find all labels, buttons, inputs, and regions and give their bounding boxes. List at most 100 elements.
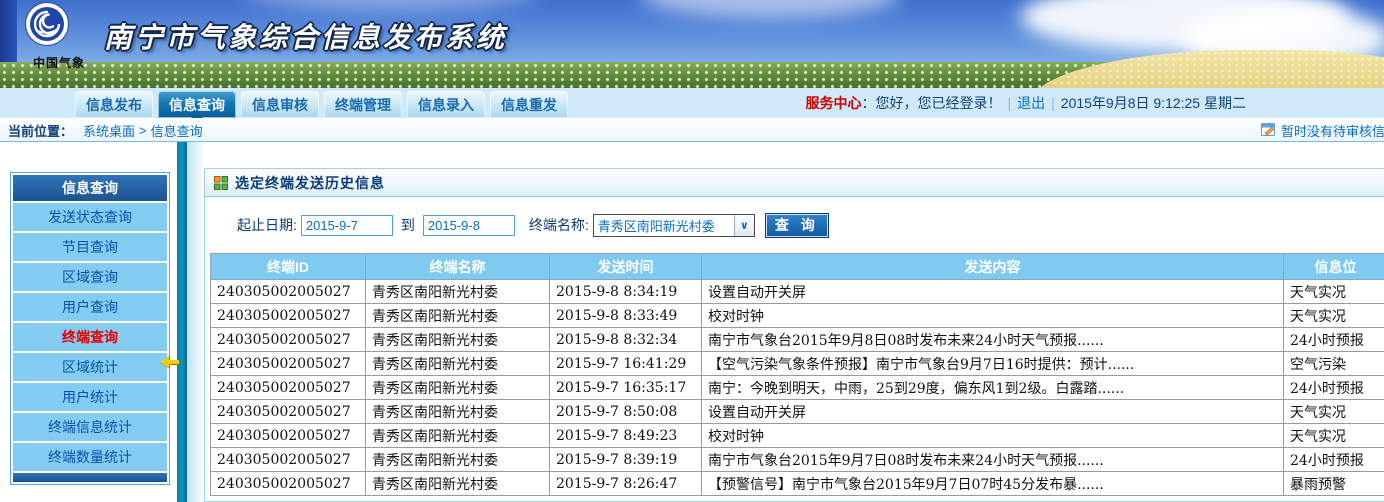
table-cell: 青秀区南阳新光村委 (366, 280, 550, 304)
table-cell: 校对时钟 (702, 424, 1284, 448)
table-cell: 南宁市气象台2015年9月8日08时发布未来24小时天气预报...... (702, 328, 1284, 352)
notepad-pencil-icon (1261, 123, 1276, 137)
splitter-shadow (187, 142, 204, 502)
table-row[interactable]: 240305002005027青秀区南阳新光村委2015-9-8 8:34:19… (211, 280, 1384, 304)
service-colon: ： (862, 93, 876, 113)
chevron-down-icon[interactable]: ∨ (734, 215, 754, 236)
table-row[interactable]: 240305002005027青秀区南阳新光村委2015-9-8 8:33:49… (211, 304, 1384, 328)
app-banner: 中国气象 南宁市气象综合信息发布系统 (0, 0, 1384, 88)
table-cell: 校对时钟 (702, 304, 1284, 328)
login-greeting: 您好，您已经登录！ (876, 93, 1002, 113)
wheat-hill-decoration (1030, 50, 1384, 88)
table-row[interactable]: 240305002005027青秀区南阳新光村委2015-9-7 8:50:08… (211, 400, 1384, 424)
sidebar-title: 信息查询 (13, 175, 167, 201)
to-label: 到 (401, 215, 415, 235)
query-form: 起止日期: 到 终端名称: 青秀区南阳新光村委 ∨ 查 询 (205, 197, 1384, 253)
sidebar-item-link[interactable]: 终端数量统计 (13, 443, 167, 471)
table-cell: 24小时预报 (1284, 328, 1384, 352)
table-header-row: 终端ID终端名称发送时间发送内容信息位 (211, 254, 1384, 280)
tab-info-publish[interactable]: 信息发布 (75, 91, 153, 118)
logout-link[interactable]: 退出 (1017, 93, 1045, 113)
sidebar-item-link[interactable]: 发送状态查询 (13, 203, 167, 231)
table-cell: 青秀区南阳新光村委 (366, 472, 550, 496)
table-cell: 南宁：今晚到明天，中雨，25到29度，偏东风1到2级。白露踏...... (702, 376, 1284, 400)
table-row[interactable]: 240305002005027青秀区南阳新光村委2015-9-7 16:35:1… (211, 376, 1384, 400)
date-to-input[interactable] (423, 215, 515, 236)
table-wrapper: 终端ID终端名称发送时间发送内容信息位 240305002005027青秀区南阳… (205, 253, 1384, 496)
main-nav-tabs: 信息发布 信息查询 信息审核 终端管理 信息录入 信息重发 (75, 91, 568, 118)
table-cell: 2015-9-7 8:26:47 (550, 472, 702, 496)
collapse-sidebar-arrow-icon[interactable] (160, 356, 184, 368)
table-row[interactable]: 240305002005027青秀区南阳新光村委2015-9-7 16:41:2… (211, 352, 1384, 376)
table-cell: 天气实况 (1284, 400, 1384, 424)
terminal-select-value: 青秀区南阳新光村委 (594, 216, 734, 235)
table-cell: 青秀区南阳新光村委 (366, 448, 550, 472)
table-cell: 240305002005027 (211, 424, 366, 448)
table-row[interactable]: 240305002005027青秀区南阳新光村委2015-9-7 8:49:23… (211, 424, 1384, 448)
table-cell: 青秀区南阳新光村委 (366, 328, 550, 352)
table-cell: 240305002005027 (211, 448, 366, 472)
tab-info-audit[interactable]: 信息审核 (241, 91, 319, 118)
sidebar-item-active[interactable]: 终端查询 (13, 323, 167, 351)
breadcrumb-root-link[interactable]: 系统桌面 (83, 121, 135, 140)
sidebar-item-link[interactable]: 节目查询 (13, 233, 167, 261)
table-cell: 空气污染 (1284, 352, 1384, 376)
table-cell: 青秀区南阳新光村委 (366, 304, 550, 328)
sidebar-splitter[interactable] (177, 142, 187, 502)
sidebar-footer-bar (13, 473, 167, 482)
sidebar-menu: 发送状态查询节目查询区域查询用户查询终端查询区域统计用户统计终端信息统计终端数量… (13, 203, 167, 471)
service-center-label: 服务中心 (806, 93, 862, 113)
breadcrumb-separator: > (139, 123, 147, 138)
panel-header: 选定终端发送历史信息 (205, 169, 1384, 197)
table-row[interactable]: 240305002005027青秀区南阳新光村委2015-9-8 8:32:34… (211, 328, 1384, 352)
date-from-input[interactable] (301, 215, 393, 236)
table-cell: 青秀区南阳新光村委 (366, 400, 550, 424)
table-cell: 240305002005027 (211, 352, 366, 376)
breadcrumb: 当前位置： 系统桌面 > 信息查询 (8, 118, 207, 142)
history-panel: 选定终端发送历史信息 起止日期: 到 终端名称: 青秀区南阳新光村委 ∨ 查 询… (204, 168, 1384, 502)
main-nav-bar: 信息发布 信息查询 信息审核 终端管理 信息录入 信息重发 服务中心： 您好，您… (0, 88, 1384, 118)
table-cell: 240305002005027 (211, 304, 366, 328)
table-cell: 【空气污染气象条件预报】南宁市气象台9月7日16时提供：预计...... (702, 352, 1284, 376)
table-cell: 暴雨预警 (1284, 472, 1384, 496)
service-center-bar: 服务中心： 您好，您已经登录！ | 退出 | 2015年9月8日 9:12:25… (806, 88, 1247, 118)
table-cell: 2015-9-7 16:35:17 (550, 376, 702, 400)
table-cell: 设置自动开关屏 (702, 280, 1284, 304)
column-header: 发送内容 (702, 254, 1284, 280)
cloud-decoration (240, 0, 540, 10)
terminal-name-label: 终端名称: (529, 215, 589, 235)
table-cell: 天气实况 (1284, 280, 1384, 304)
sidebar-menu-panel: 信息查询 发送状态查询节目查询区域查询用户查询终端查询区域统计用户统计终端信息统… (10, 172, 170, 485)
table-row[interactable]: 240305002005027青秀区南阳新光村委2015-9-7 8:39:19… (211, 448, 1384, 472)
terminal-select[interactable]: 青秀区南阳新光村委 ∨ (593, 214, 755, 237)
table-cell: 2015-9-8 8:32:34 (550, 328, 702, 352)
tab-info-resend[interactable]: 信息重发 (490, 91, 568, 118)
logo-caption: 中国气象 (24, 54, 94, 71)
table-cell: 2015-9-7 16:41:29 (550, 352, 702, 376)
table-cell: 240305002005027 (211, 472, 366, 496)
table-cell: 240305002005027 (211, 400, 366, 424)
history-table: 终端ID终端名称发送时间发送内容信息位 240305002005027青秀区南阳… (210, 253, 1384, 496)
breadcrumb-label: 当前位置： (8, 121, 73, 140)
sidebar-item-link[interactable]: 用户统计 (13, 383, 167, 411)
query-button[interactable]: 查 询 (765, 213, 829, 238)
pending-review-notice: 暂时没有待审核信息 (1261, 118, 1384, 142)
sidebar-item-link[interactable]: 用户查询 (13, 293, 167, 321)
sidebar-item-link[interactable]: 终端信息统计 (13, 413, 167, 441)
table-row[interactable]: 240305002005027青秀区南阳新光村委2015-9-7 8:26:47… (211, 472, 1384, 496)
table-cell: 2015-9-8 8:34:19 (550, 280, 702, 304)
sidebar-item-link[interactable]: 区域统计 (13, 353, 167, 381)
cloud-decoration (640, 0, 900, 18)
sidebar-item-link[interactable]: 区域查询 (13, 263, 167, 291)
table-cell: 青秀区南阳新光村委 (366, 376, 550, 400)
tab-info-query[interactable]: 信息查询 (158, 91, 236, 118)
table-cell: 青秀区南阳新光村委 (366, 352, 550, 376)
column-header: 发送时间 (550, 254, 702, 280)
panel-title: 选定终端发送历史信息 (235, 173, 385, 193)
tab-terminal-manage[interactable]: 终端管理 (324, 91, 402, 118)
table-cell: 青秀区南阳新光村委 (366, 424, 550, 448)
breadcrumb-current-link[interactable]: 信息查询 (151, 121, 203, 140)
tab-info-entry[interactable]: 信息录入 (407, 91, 485, 118)
table-cell: 2015-9-7 8:39:19 (550, 448, 702, 472)
datetime-text: 2015年9月8日 9:12:25 星期二 (1061, 93, 1246, 113)
